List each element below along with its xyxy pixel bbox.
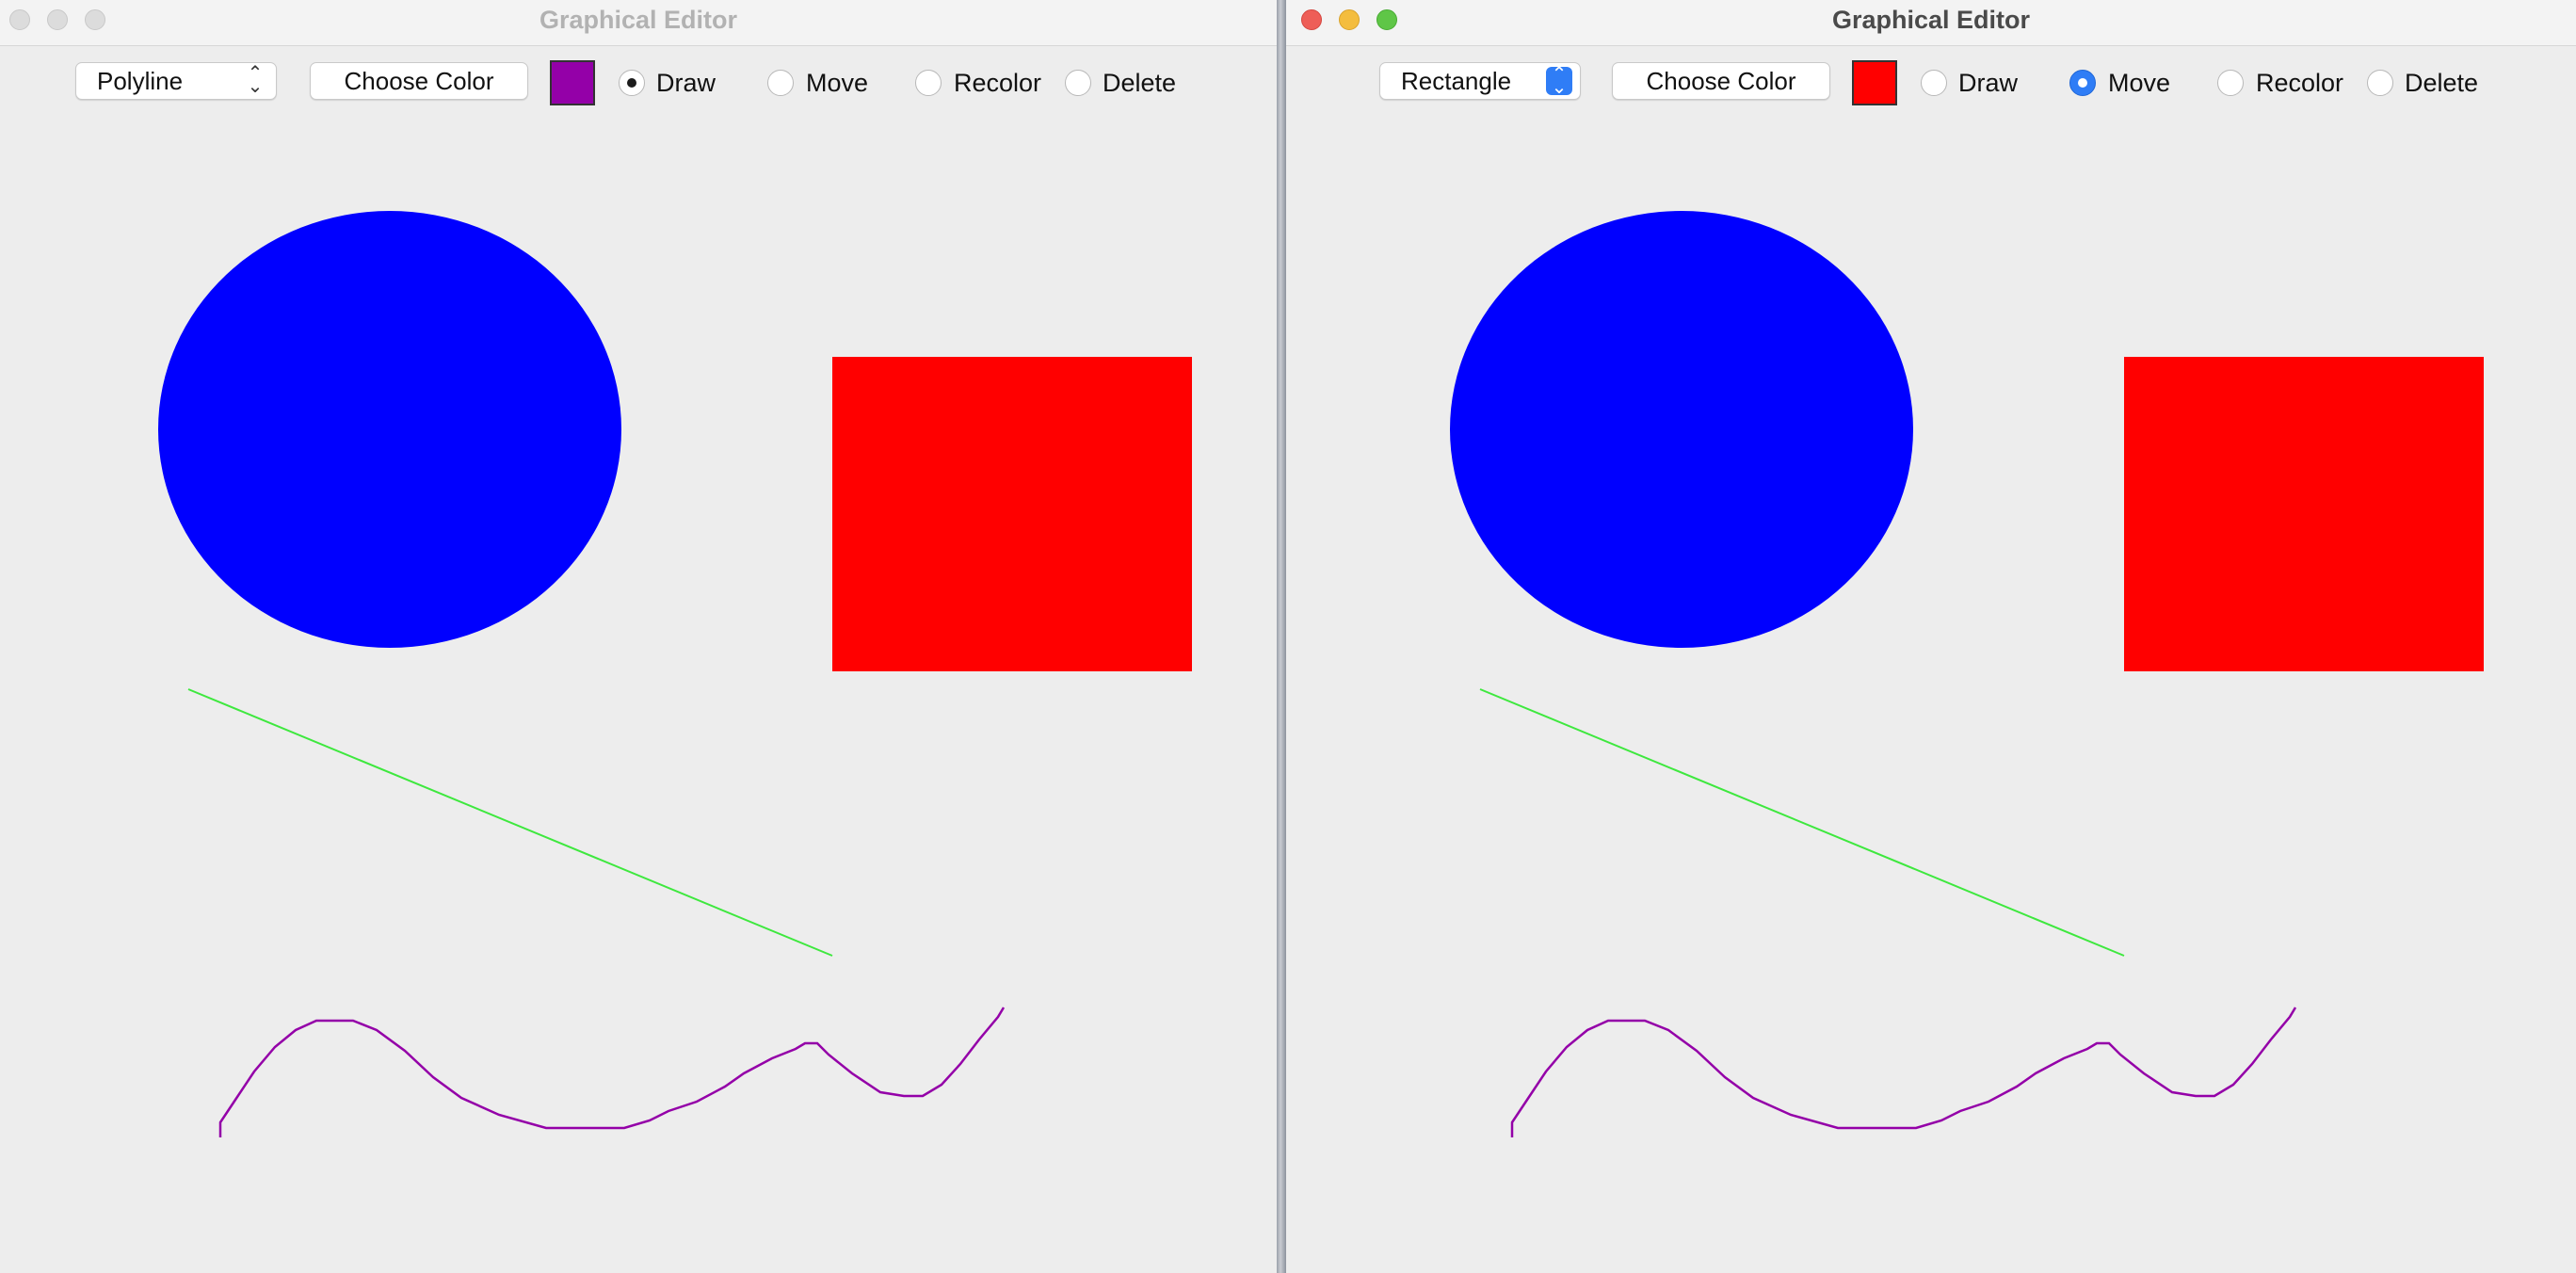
mode-move-radio[interactable] (767, 70, 794, 96)
editor-window-right: Graphical Editor Rectangle ⌃ ⌄ Choose Col… (1286, 0, 2576, 1273)
editor-window-left: Graphical Editor Polyline ⌃ ⌄ Choose Colo… (0, 0, 1277, 1273)
mode-draw-radio[interactable] (1921, 70, 1947, 96)
green-line[interactable] (187, 688, 833, 957)
mode-delete-radio[interactable] (1065, 70, 1091, 96)
current-color-swatch (550, 60, 595, 105)
shape-select-value: Rectangle (1401, 67, 1512, 95)
shape-select-value: Polyline (97, 67, 184, 95)
mode-delete-label[interactable]: Delete (2405, 68, 2478, 98)
red-rectangle[interactable] (832, 357, 1192, 671)
red-rectangle[interactable] (2124, 357, 2484, 671)
window-title: Graphical Editor (539, 6, 738, 34)
chevron-updown-icon: ⌃ ⌄ (1546, 65, 1572, 97)
drawing-canvas[interactable] (0, 113, 1277, 1273)
mode-delete-radio[interactable] (2367, 70, 2393, 96)
mode-recolor-label[interactable]: Recolor (954, 68, 1041, 98)
chevron-updown-icon: ⌃ ⌄ (247, 63, 264, 97)
mode-delete-label[interactable]: Delete (1103, 68, 1176, 98)
mode-recolor-radio[interactable] (2217, 70, 2244, 96)
purple-polyline[interactable] (218, 1007, 1006, 1137)
blue-ellipse[interactable] (1450, 211, 1913, 648)
mode-draw-radio[interactable] (619, 70, 645, 96)
shape-select[interactable]: Rectangle ⌃ ⌄ (1379, 62, 1581, 100)
green-line[interactable] (1479, 688, 2125, 957)
title-bar: Graphical Editor (1286, 0, 2576, 46)
mode-draw-label[interactable]: Draw (656, 68, 716, 98)
current-color-swatch (1852, 60, 1897, 105)
mode-move-label[interactable]: Move (2108, 68, 2170, 98)
mode-recolor-radio[interactable] (915, 70, 942, 96)
mode-draw-label[interactable]: Draw (1958, 68, 2018, 98)
mode-recolor-label[interactable]: Recolor (2256, 68, 2343, 98)
drawing-canvas[interactable] (1286, 113, 2576, 1273)
choose-color-button[interactable]: Choose Color (310, 62, 528, 100)
purple-polyline[interactable] (1510, 1007, 2297, 1137)
shape-select[interactable]: Polyline ⌃ ⌄ (75, 62, 277, 100)
blue-ellipse[interactable] (158, 211, 621, 648)
window-divider (1277, 0, 1286, 1273)
window-title: Graphical Editor (1831, 6, 2031, 34)
choose-color-button[interactable]: Choose Color (1612, 62, 1830, 100)
mode-move-label[interactable]: Move (806, 68, 868, 98)
mode-move-radio[interactable] (2069, 70, 2096, 96)
title-bar: Graphical Editor (0, 0, 1277, 46)
